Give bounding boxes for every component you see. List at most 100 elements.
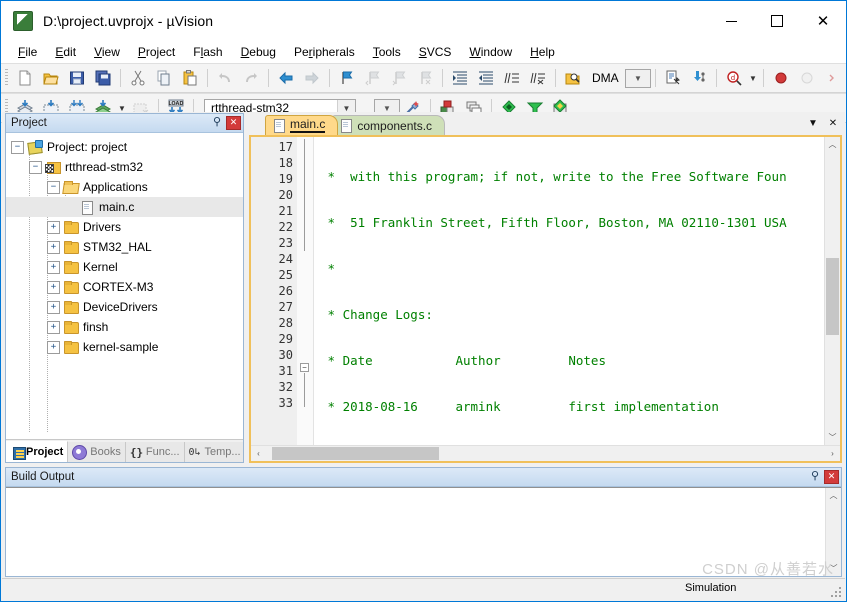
tab-functions[interactable]: {} Func... [125, 442, 185, 462]
tree-node-target[interactable]: − rtthread-stm32 [6, 157, 243, 177]
redo-button[interactable] [238, 65, 264, 91]
expander-expand-icon[interactable]: + [47, 260, 60, 274]
editor-tab-list-button[interactable]: ▼ [806, 115, 820, 131]
project-tree[interactable]: − Project: project − rtthread-stm32 − Ap… [6, 133, 243, 439]
open-file-button[interactable] [38, 65, 64, 91]
editor-tab-close-button[interactable]: ✕ [826, 115, 840, 131]
tree-node-stm32-hal[interactable]: + STM32_HAL [6, 237, 243, 257]
new-file-button[interactable] [12, 65, 38, 91]
scroll-right-button[interactable]: › [825, 446, 840, 461]
toolbar-separator-7 [655, 69, 656, 87]
bookmark-prev-button[interactable] [360, 65, 386, 91]
menu-edit[interactable]: Edit [46, 43, 85, 61]
fold-collapse-button[interactable]: − [300, 363, 309, 372]
tree-node-applications[interactable]: − Applications [6, 177, 243, 197]
code-area[interactable]: 17 18 19 20 21 22 23 24 25 26 27 28 29 3… [251, 137, 824, 445]
search-combo-value[interactable]: DMA [586, 71, 625, 85]
expander-expand-icon[interactable]: + [47, 280, 60, 294]
build-scroll-track[interactable] [826, 503, 841, 561]
project-panel-pin-button[interactable]: ⚲ [210, 115, 224, 130]
tree-node-kernel[interactable]: + Kernel [6, 257, 243, 277]
tree-node-main-c[interactable]: main.c [6, 197, 243, 217]
toolbar-grip[interactable] [5, 69, 8, 87]
indent-right-button[interactable] [447, 65, 473, 91]
line-number: 26 [278, 284, 293, 298]
project-panel-close-button[interactable]: ✕ [226, 115, 241, 130]
build-output-text[interactable] [6, 488, 825, 576]
editor-tab-main-c[interactable]: main.c [265, 115, 339, 135]
close-button[interactable]: ✕ [800, 1, 846, 41]
menu-debug[interactable]: Debug [232, 43, 285, 61]
scroll-left-button[interactable]: ‹ [251, 446, 266, 461]
paste-button[interactable] [177, 65, 203, 91]
comment-button[interactable] [499, 65, 525, 91]
vertical-scroll-track[interactable] [825, 152, 840, 430]
find-button[interactable]: d [721, 65, 747, 91]
expander-collapse-icon[interactable]: − [29, 160, 42, 174]
editor-tab-components-c[interactable]: components.c [332, 115, 446, 135]
build-scroll-down-button[interactable]: ﹀ [826, 561, 841, 576]
menu-help[interactable]: Help [521, 43, 564, 61]
find-in-files-button[interactable] [560, 65, 586, 91]
expander-expand-icon[interactable]: + [47, 300, 60, 314]
build-output-pin-button[interactable]: ⚲ [808, 469, 822, 484]
save-all-button[interactable] [90, 65, 116, 91]
menu-project[interactable]: Project [129, 43, 184, 61]
toolbar-overflow-button[interactable] [820, 65, 846, 91]
save-button[interactable] [64, 65, 90, 91]
expander-expand-icon[interactable]: + [47, 320, 60, 334]
menu-window[interactable]: Window [460, 43, 521, 61]
configure-button[interactable] [660, 65, 686, 91]
bookmark-next-button[interactable] [386, 65, 412, 91]
tab-books[interactable]: Books [68, 442, 126, 462]
expander-collapse-icon[interactable]: − [47, 180, 60, 194]
tree-node-drivers[interactable]: + Drivers [6, 217, 243, 237]
navigate-forward-button[interactable] [299, 65, 325, 91]
cut-button[interactable] [125, 65, 151, 91]
menu-peripherals[interactable]: Peripherals [285, 43, 364, 61]
maximize-button[interactable] [754, 1, 800, 41]
expander-expand-icon[interactable]: + [47, 340, 60, 354]
expander-expand-icon[interactable]: + [47, 240, 60, 254]
tree-node-kernel-sample[interactable]: + kernel-sample [6, 337, 243, 357]
expander-collapse-icon[interactable]: − [11, 140, 24, 154]
navigate-back-button[interactable] [273, 65, 299, 91]
menu-flash[interactable]: Flash [184, 43, 231, 61]
scroll-up-button[interactable]: ︿ [825, 137, 840, 152]
uncomment-button[interactable] [525, 65, 551, 91]
minimize-button[interactable] [708, 1, 754, 41]
scroll-down-button[interactable]: ﹀ [825, 430, 840, 445]
build-scroll-up-button[interactable]: ︿ [826, 488, 841, 503]
build-output-scrollbar[interactable]: ︿ ﹀ [825, 488, 841, 576]
bookmark-toggle-button[interactable] [334, 65, 360, 91]
copy-button[interactable] [151, 65, 177, 91]
find-options-dropdown[interactable]: ▼ [747, 66, 759, 90]
menu-tools[interactable]: Tools [364, 43, 410, 61]
tree-node-project-root[interactable]: − Project: project [6, 137, 243, 157]
debug-settings-button[interactable] [686, 65, 712, 91]
horizontal-scroll-thumb[interactable] [271, 447, 440, 460]
code-text[interactable]: * with this program; if not, write to th… [314, 137, 824, 445]
menu-file[interactable]: File [9, 43, 46, 61]
editor-vertical-scrollbar[interactable]: ︿ ﹀ [824, 137, 840, 445]
undo-button[interactable] [212, 65, 238, 91]
menu-view[interactable]: View [85, 43, 129, 61]
resize-grip-icon[interactable] [830, 586, 842, 598]
build-output-close-button[interactable]: ✕ [824, 469, 839, 484]
tree-node-cortex-m3[interactable]: + CORTEX-M3 [6, 277, 243, 297]
tree-node-devicedrivers[interactable]: + DeviceDrivers [6, 297, 243, 317]
record-button[interactable] [794, 65, 820, 91]
bookmark-clear-button[interactable] [412, 65, 438, 91]
code-folding-gutter[interactable]: − [297, 137, 314, 445]
tab-project[interactable]: Project [6, 441, 69, 462]
tree-node-finsh[interactable]: + finsh [6, 317, 243, 337]
vertical-scroll-thumb[interactable] [826, 257, 839, 336]
editor-horizontal-scrollbar[interactable]: ‹ › [251, 445, 840, 461]
search-history-dropdown[interactable]: ▼ [625, 68, 651, 88]
expander-expand-icon[interactable]: + [47, 220, 60, 234]
horizontal-scroll-track[interactable] [266, 446, 825, 461]
indent-left-button[interactable] [473, 65, 499, 91]
menu-svcs[interactable]: SVCS [410, 43, 461, 61]
tab-templates[interactable]: 0↳ Temp... [184, 442, 243, 462]
stop-record-button[interactable] [768, 65, 794, 91]
